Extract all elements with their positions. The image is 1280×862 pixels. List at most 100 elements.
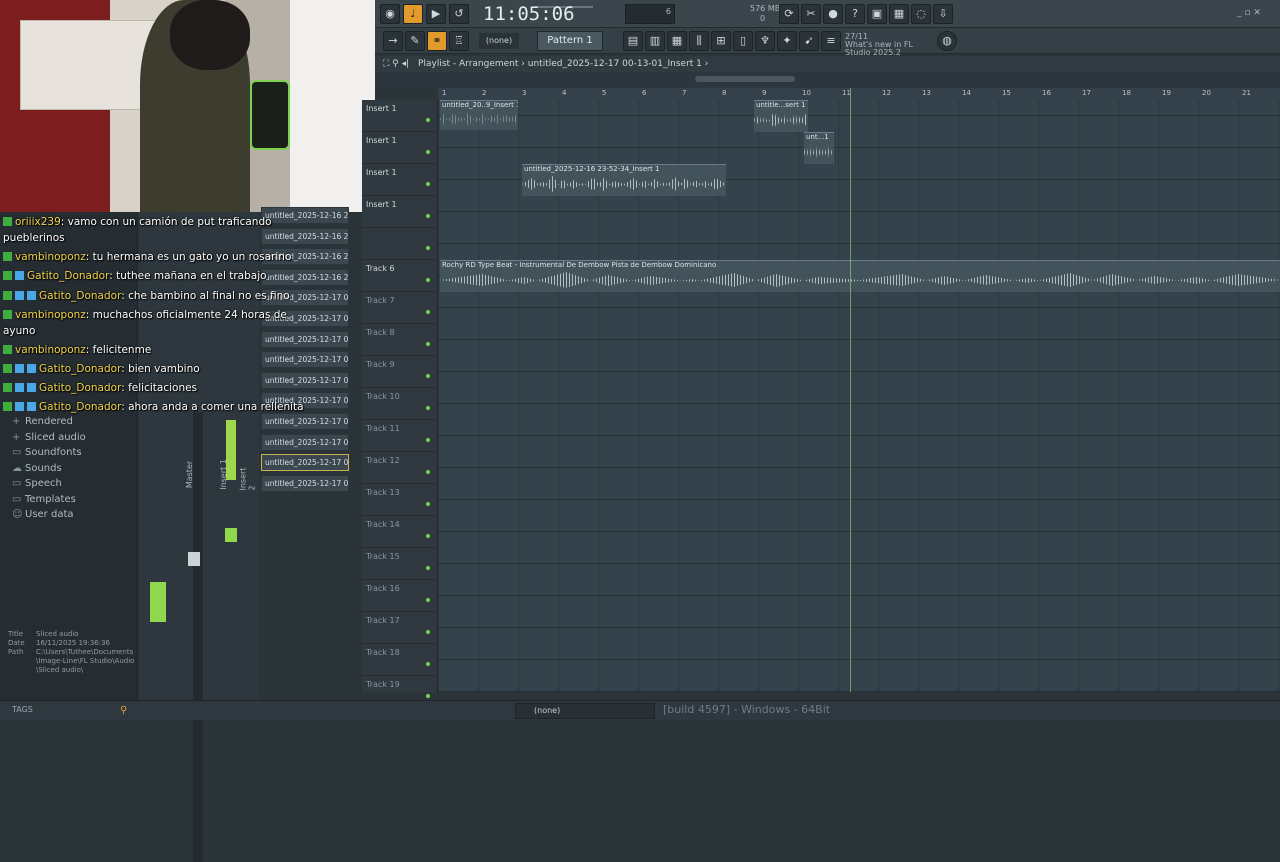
track-mute-led[interactable] xyxy=(426,534,430,538)
horizontal-scrollbar[interactable] xyxy=(695,76,795,82)
globe-icon[interactable]: ◍ xyxy=(937,31,957,51)
link-icon[interactable]: ⚭ xyxy=(427,31,447,51)
file-item[interactable]: untitled_2025-12-17 00-... xyxy=(261,433,349,451)
mic-icon[interactable]: ● xyxy=(823,4,843,24)
track-header[interactable]: Track 17 xyxy=(362,612,438,644)
pattern-selector[interactable]: (none) xyxy=(479,33,519,49)
track-header[interactable]: Insert 1 xyxy=(362,100,438,132)
track-header[interactable]: Track 7 xyxy=(362,292,438,324)
help-icon[interactable]: ? xyxy=(845,4,865,24)
track-header[interactable]: Track 13 xyxy=(362,484,438,516)
person-icon: ☺ xyxy=(12,509,23,520)
browser-icon[interactable]: ▯ xyxy=(733,31,753,51)
track-header[interactable]: Track 15 xyxy=(362,548,438,580)
download-icon[interactable]: ⇩ xyxy=(933,4,953,24)
track-mute-led[interactable] xyxy=(426,662,430,666)
browser-item[interactable]: ▭ Soundfonts xyxy=(12,447,82,458)
playlist-icon[interactable]: ▤ xyxy=(623,31,643,51)
ruler-bar-number: 6 xyxy=(642,89,647,97)
browser-item[interactable]: + Sliced audio xyxy=(12,432,86,443)
track-header[interactable]: Track 10 xyxy=(362,388,438,420)
news-icon[interactable]: ≡ xyxy=(821,31,841,51)
tempo-readout: 6 xyxy=(665,7,671,16)
piano-roll-icon[interactable]: ▥ xyxy=(645,31,665,51)
plugin-icon[interactable]: ♆ xyxy=(755,31,775,51)
track-header[interactable]: Track 12 xyxy=(362,452,438,484)
track-mute-led[interactable] xyxy=(426,598,430,602)
track-mute-led[interactable] xyxy=(426,438,430,442)
chat-icon[interactable]: ◌ xyxy=(911,4,931,24)
track-header[interactable]: Insert 1 xyxy=(362,164,438,196)
chat-message: Gatito_Donador: ahora anda a comer una r… xyxy=(3,401,304,413)
track-mute-led[interactable] xyxy=(426,566,430,570)
track-mute-led[interactable] xyxy=(426,694,430,698)
audio-clip[interactable]: untitled_2025-12-16 23-52-34_Insert 1 xyxy=(522,164,726,196)
track-name: Track 19 xyxy=(366,680,400,689)
arrow-right-icon[interactable]: → xyxy=(383,31,403,51)
track-mute-led[interactable] xyxy=(426,182,430,186)
browser-item[interactable]: ☺ User data xyxy=(12,509,74,520)
channel-rack-icon[interactable]: ▦ xyxy=(667,31,687,51)
track-header[interactable]: Track 14 xyxy=(362,516,438,548)
file-item[interactable]: untitled_2025-12-17 00-... xyxy=(261,454,349,472)
track-header[interactable]: Track 16 xyxy=(362,580,438,612)
file-item[interactable]: untitled_2025-12-17 00-... xyxy=(261,474,349,492)
track-mute-led[interactable] xyxy=(426,502,430,506)
insert1-fader[interactable] xyxy=(225,528,237,542)
ruler-bar-number: 17 xyxy=(1082,89,1091,97)
browser-item[interactable]: ▭ Speech xyxy=(12,478,62,489)
track-mute-led[interactable] xyxy=(426,374,430,378)
search-icon[interactable]: ⚲ xyxy=(120,705,132,717)
cut-icon[interactable]: ✂ xyxy=(801,4,821,24)
track-header[interactable]: Track 9 xyxy=(362,356,438,388)
loop-icon[interactable]: ↺ xyxy=(449,4,469,24)
track-mute-led[interactable] xyxy=(426,470,430,474)
track-name: Insert 1 xyxy=(366,168,397,177)
save-icon[interactable]: ▣ xyxy=(867,4,887,24)
track-header[interactable]: Insert 1 xyxy=(362,196,438,228)
record-icon[interactable]: ◉ xyxy=(380,4,400,24)
audio-clip[interactable]: untitled_20..9_Insert 1 xyxy=(440,100,518,130)
track-mute-led[interactable] xyxy=(426,214,430,218)
browser-item[interactable]: ☁ Sounds xyxy=(12,463,62,474)
refresh-icon[interactable]: ⟳ xyxy=(779,4,799,24)
track-mute-led[interactable] xyxy=(426,630,430,634)
audio-clip[interactable]: Rochy RD Type Beat - Instrumental De Dem… xyxy=(440,260,1280,292)
track-mute-led[interactable] xyxy=(426,278,430,282)
mixer-icon[interactable]: ▦ xyxy=(889,4,909,24)
track-header[interactable] xyxy=(362,228,438,260)
snap-icon[interactable]: ⛶ ⚲ ◂| xyxy=(383,59,409,69)
window-controls[interactable]: _ ▫ ✕ xyxy=(1237,8,1277,18)
track-mute-led[interactable] xyxy=(426,150,430,154)
wand-icon[interactable]: ✦ xyxy=(777,31,797,51)
master-fader[interactable] xyxy=(188,552,200,566)
playhead[interactable] xyxy=(850,88,851,692)
news-text[interactable]: What's new in FL Studio 2025.2 xyxy=(845,41,935,57)
pencil-icon[interactable]: ✎ xyxy=(405,31,425,51)
track-mute-led[interactable] xyxy=(426,342,430,346)
audio-clip[interactable]: unt...1 xyxy=(804,132,834,164)
playlist-header: ⛶ ⚲ ◂| Playlist - Arrangement › untitled… xyxy=(375,56,1280,72)
track-header[interactable]: Track 8 xyxy=(362,324,438,356)
step-icon[interactable]: ▶ xyxy=(426,4,446,24)
pattern-button[interactable]: Pattern 1 xyxy=(537,31,603,51)
bottom-pattern-select[interactable]: (none) xyxy=(515,703,655,719)
track-mute-led[interactable] xyxy=(426,310,430,314)
track-mute-led[interactable] xyxy=(426,246,430,250)
browser-item[interactable]: ▭ Templates xyxy=(12,494,76,505)
mixer-faders-icon[interactable]: ⫼ xyxy=(689,31,709,51)
audio-clip[interactable]: untitle...sert 1 xyxy=(754,100,808,132)
metronome-icon[interactable]: ♩ xyxy=(403,4,423,24)
playlist-grid[interactable]: untitled_20..9_Insert 1 untitle...sert 1… xyxy=(438,100,1280,692)
track-mute-led[interactable] xyxy=(426,118,430,122)
track-header[interactable]: Track 18 xyxy=(362,644,438,676)
track-header[interactable]: Insert 1 xyxy=(362,132,438,164)
tree-icon[interactable]: ⊞ xyxy=(711,31,731,51)
timeline-ruler[interactable]: 1 2 3 4 5 6 7 8 9 10 11 12 13 14 15 16 17 18 19 20 21 xyxy=(438,88,1280,100)
track-header[interactable]: Track 11 xyxy=(362,420,438,452)
stamp-icon[interactable]: ♖ xyxy=(449,31,469,51)
export-icon[interactable]: ➹ xyxy=(799,31,819,51)
track-mute-led[interactable] xyxy=(426,406,430,410)
clip-waveform xyxy=(440,272,1280,288)
track-header[interactable]: Track 6 xyxy=(362,260,438,292)
